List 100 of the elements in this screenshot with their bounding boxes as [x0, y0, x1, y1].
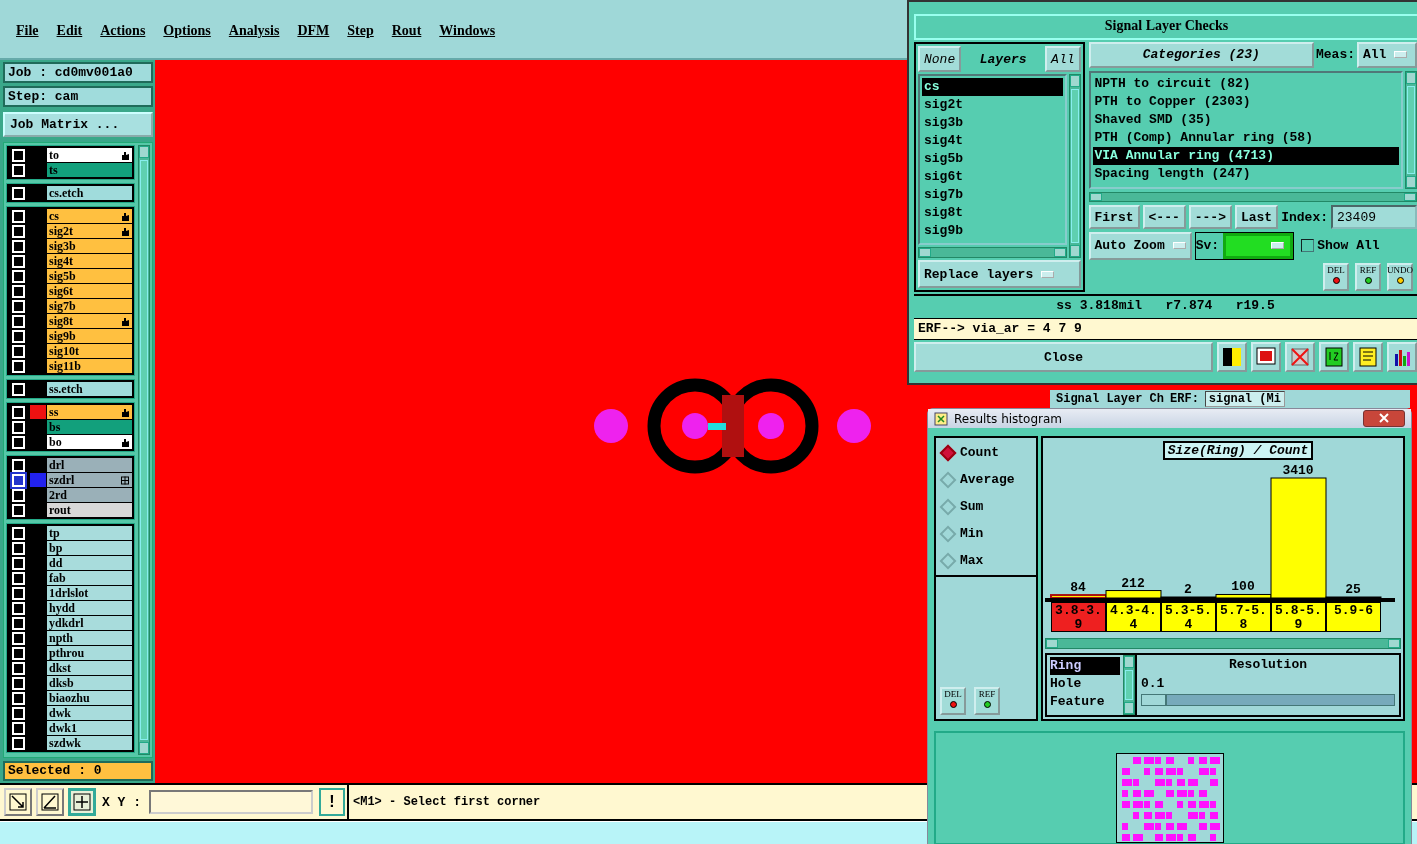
layer-checkbox[interactable]	[12, 164, 25, 177]
list-item[interactable]: Hole	[1050, 675, 1120, 693]
close-button[interactable]	[1363, 410, 1405, 427]
del-button[interactable]: DEL	[1323, 262, 1349, 291]
layer-checkbox[interactable]	[12, 345, 25, 358]
nav-button[interactable]: First	[1088, 205, 1140, 229]
scrollbar[interactable]	[918, 247, 1067, 258]
layer-name[interactable]: bp	[47, 541, 132, 555]
layer-checkbox[interactable]	[12, 436, 25, 449]
dropdown[interactable]: Replace layers	[918, 260, 1081, 288]
layer-name[interactable]: dwk	[47, 706, 132, 720]
list-item[interactable]: sig6t	[922, 168, 1063, 186]
layer-name[interactable]: drl	[47, 458, 132, 472]
layer-name[interactable]: bo	[47, 435, 132, 449]
layer-name[interactable]: pthrou	[47, 646, 132, 660]
tool-button[interactable]	[36, 788, 64, 816]
none-button[interactable]: None	[918, 46, 962, 72]
menu-item[interactable]: Actions	[100, 23, 146, 39]
layer-checkbox[interactable]	[12, 459, 25, 472]
layer-name[interactable]: sig10t	[47, 344, 132, 358]
menu-item[interactable]: Options	[163, 23, 211, 39]
layer-checkbox[interactable]	[12, 527, 25, 540]
layer-name[interactable]: bs	[47, 420, 132, 434]
list-item[interactable]: Feature	[1050, 693, 1120, 711]
radio-option[interactable]: Min	[938, 523, 1034, 544]
dropdown[interactable]: All	[1357, 42, 1417, 68]
alert-button[interactable]: !	[319, 788, 345, 816]
layer-name[interactable]: tp	[47, 526, 132, 540]
layer-checkbox[interactable]	[12, 270, 25, 283]
tool-button[interactable]	[68, 788, 96, 816]
list-item[interactable]: sig4t	[922, 132, 1063, 150]
layer-name[interactable]: sig4t	[47, 254, 132, 268]
layer-checkbox[interactable]	[12, 489, 25, 502]
layer-checkbox[interactable]	[12, 210, 25, 223]
job-matrix-button[interactable]: Job Matrix ...	[3, 112, 153, 137]
layer-name[interactable]: sig8t	[47, 314, 132, 328]
layer-checkbox[interactable]	[12, 330, 25, 343]
menu-item[interactable]: Windows	[439, 23, 496, 39]
del-button[interactable]: DEL	[940, 687, 966, 715]
layer-name[interactable]: cs.etch	[47, 186, 132, 200]
ref-button[interactable]: REF	[1355, 262, 1381, 291]
layer-name[interactable]: sig3b	[47, 239, 132, 253]
menu-item[interactable]: Rout	[391, 23, 422, 39]
list-item[interactable]: cs	[922, 78, 1063, 96]
layer-name[interactable]: szdwk	[47, 736, 132, 750]
show-all-checkbox[interactable]: Show All	[1301, 232, 1380, 260]
layer-name[interactable]: sig7b	[47, 299, 132, 313]
layer-name[interactable]: sig9b	[47, 329, 132, 343]
dropdown[interactable]: Auto Zoom	[1088, 232, 1192, 260]
layer-checkbox[interactable]	[12, 542, 25, 555]
layer-checkbox[interactable]	[12, 557, 25, 570]
layer-name[interactable]: hydd	[47, 601, 132, 615]
layer-name[interactable]: szdrl	[47, 473, 132, 487]
layer-checkbox[interactable]	[12, 300, 25, 313]
layer-name[interactable]: 2rd	[47, 488, 132, 502]
layer-checkbox[interactable]	[12, 504, 25, 517]
nav-button[interactable]: Last	[1234, 205, 1279, 229]
list-item[interactable]: PTH to Copper (2303)	[1092, 92, 1399, 111]
layer-checkbox[interactable]	[12, 406, 25, 419]
layer-name[interactable]: rout	[47, 503, 132, 517]
layer-name[interactable]: biaozhu	[47, 691, 132, 705]
layer-checkbox[interactable]	[12, 602, 25, 615]
undo-button[interactable]: UNDO	[1387, 262, 1413, 291]
layer-checkbox[interactable]	[12, 647, 25, 660]
toolbar-button[interactable]	[1217, 342, 1247, 372]
layer-name[interactable]: sig2t	[47, 224, 132, 238]
list-item[interactable]: sig7b	[922, 186, 1063, 204]
slider[interactable]	[1141, 694, 1395, 706]
layer-name[interactable]: dksb	[47, 676, 132, 690]
layer-name[interactable]: to	[47, 148, 132, 162]
scrollbar[interactable]	[1045, 638, 1401, 649]
layer-name[interactable]: cs	[47, 209, 132, 223]
menu-item[interactable]: Analysis	[228, 23, 280, 39]
menu-item[interactable]: Step	[347, 23, 374, 39]
layer-checkbox[interactable]	[12, 692, 25, 705]
layer-checkbox[interactable]	[12, 662, 25, 675]
menu-item[interactable]: File	[16, 23, 39, 39]
scrollbar[interactable]	[1123, 655, 1135, 715]
scrollbar[interactable]	[1068, 74, 1081, 258]
layer-checkbox[interactable]	[12, 677, 25, 690]
layer-name[interactable]: ss.etch	[47, 382, 132, 396]
list-item[interactable]: sig2t	[922, 96, 1063, 114]
radio-option[interactable]: Count	[938, 442, 1034, 463]
layer-checkbox[interactable]	[12, 587, 25, 600]
list-item[interactable]: NPTH to circuit (82)	[1092, 74, 1399, 93]
layer-checkbox[interactable]	[12, 632, 25, 645]
slider-thumb[interactable]	[1142, 695, 1168, 705]
layer-name[interactable]: sig5b	[47, 269, 132, 283]
layer-name[interactable]: dkst	[47, 661, 132, 675]
nav-button[interactable]: <---	[1142, 205, 1186, 229]
list-item[interactable]: PTH (Comp) Annular ring (58)	[1092, 128, 1399, 147]
all-button[interactable]: All	[1045, 46, 1081, 72]
index-field[interactable]: 23409	[1331, 205, 1417, 229]
layer-checkbox[interactable]	[12, 617, 25, 630]
list-item[interactable]: Spacing length (247)	[1092, 164, 1399, 183]
scrollbar[interactable]	[138, 145, 150, 755]
layer-checkbox[interactable]	[12, 255, 25, 268]
list-item[interactable]: sig9b	[922, 222, 1063, 240]
layer-name[interactable]: ss	[47, 405, 132, 419]
nav-button[interactable]: --->	[1188, 205, 1232, 229]
